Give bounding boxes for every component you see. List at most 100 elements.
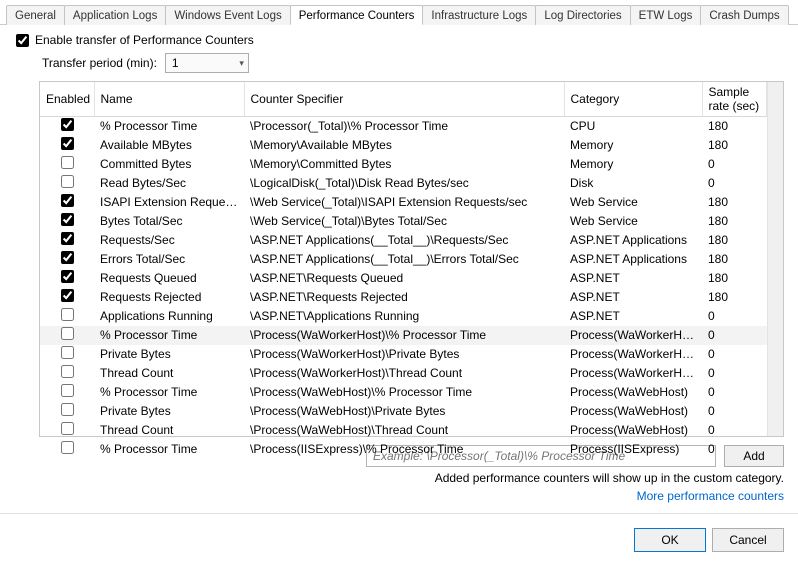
table-row[interactable]: Bytes Total/Sec\Web Service(_Total)\Byte… [40, 212, 767, 231]
chevron-down-icon: ▾ [239, 58, 244, 69]
more-counters-link[interactable]: More performance counters [14, 489, 784, 503]
row-enabled-checkbox[interactable] [61, 289, 74, 302]
row-spec: \Web Service(_Total)\ISAPI Extension Req… [244, 193, 564, 212]
row-enabled-checkbox[interactable] [61, 365, 74, 378]
vertical-scrollbar[interactable] [767, 82, 783, 436]
transfer-period-value: 1 [172, 56, 179, 70]
row-enabled-checkbox[interactable] [61, 156, 74, 169]
row-rate: 180 [702, 250, 767, 269]
row-enabled-checkbox[interactable] [61, 327, 74, 340]
table-row[interactable]: % Processor Time\Process(WaWebHost)\% Pr… [40, 383, 767, 402]
row-spec: \Process(WaWebHost)\Thread Count [244, 421, 564, 440]
col-header-specifier[interactable]: Counter Specifier [244, 82, 564, 117]
row-name: Thread Count [94, 421, 244, 440]
enable-transfer-checkbox[interactable] [16, 34, 29, 47]
table-row[interactable]: Requests Rejected\ASP.NET\Requests Rejec… [40, 288, 767, 307]
row-enabled-checkbox[interactable] [61, 384, 74, 397]
cancel-button[interactable]: Cancel [712, 528, 784, 552]
row-spec: \ASP.NET Applications(__Total__)\Request… [244, 231, 564, 250]
table-row[interactable]: Errors Total/Sec\ASP.NET Applications(__… [40, 250, 767, 269]
tab-general[interactable]: General [6, 5, 65, 25]
row-enabled-checkbox[interactable] [61, 308, 74, 321]
row-enabled-checkbox[interactable] [61, 118, 74, 131]
row-name: Read Bytes/Sec [94, 174, 244, 193]
row-spec: \Processor(_Total)\% Processor Time [244, 117, 564, 136]
row-category: ASP.NET [564, 307, 702, 326]
row-spec: \Process(WaWorkerHost)\Private Bytes [244, 345, 564, 364]
row-enabled-checkbox[interactable] [61, 441, 74, 454]
table-row[interactable]: Thread Count\Process(WaWebHost)\Thread C… [40, 421, 767, 440]
row-name: Errors Total/Sec [94, 250, 244, 269]
row-category: Process(WaWorkerHost) [564, 345, 702, 364]
dialog-window: GeneralApplication LogsWindows Event Log… [0, 0, 798, 564]
table-row[interactable]: % Processor Time\Process(WaWorkerHost)\%… [40, 326, 767, 345]
row-spec: \Memory\Available MBytes [244, 136, 564, 155]
row-rate: 180 [702, 117, 767, 136]
row-enabled-checkbox[interactable] [61, 403, 74, 416]
row-enabled-checkbox[interactable] [61, 251, 74, 264]
row-enabled-checkbox[interactable] [61, 346, 74, 359]
row-enabled-checkbox[interactable] [61, 232, 74, 245]
tab-content: Enable transfer of Performance Counters … [0, 25, 798, 503]
row-spec: \ASP.NET\Requests Queued [244, 269, 564, 288]
row-rate: 0 [702, 326, 767, 345]
table-row[interactable]: Applications Running\ASP.NET\Application… [40, 307, 767, 326]
counters-table: Enabled Name Counter Specifier Category … [40, 82, 767, 459]
row-rate: 0 [702, 421, 767, 440]
row-category: Process(WaWorkerHost) [564, 326, 702, 345]
row-rate: 0 [702, 174, 767, 193]
row-name: % Processor Time [94, 117, 244, 136]
table-row[interactable]: % Processor Time\Process(IISExpress)\% P… [40, 440, 767, 459]
tab-log-directories[interactable]: Log Directories [535, 5, 630, 25]
row-name: % Processor Time [94, 383, 244, 402]
row-enabled-checkbox[interactable] [61, 213, 74, 226]
row-spec: \Process(WaWorkerHost)\% Processor Time [244, 326, 564, 345]
table-row[interactable]: % Processor Time\Processor(_Total)\% Pro… [40, 117, 767, 136]
ok-button[interactable]: OK [634, 528, 706, 552]
row-name: Requests/Sec [94, 231, 244, 250]
tab-crash-dumps[interactable]: Crash Dumps [700, 5, 788, 25]
row-spec: \Web Service(_Total)\Bytes Total/Sec [244, 212, 564, 231]
row-enabled-checkbox[interactable] [61, 422, 74, 435]
table-row[interactable]: Committed Bytes\Memory\Committed BytesMe… [40, 155, 767, 174]
col-header-name[interactable]: Name [94, 82, 244, 117]
row-spec: \LogicalDisk(_Total)\Disk Read Bytes/sec [244, 174, 564, 193]
transfer-period-combo[interactable]: 1 ▾ [165, 53, 249, 73]
table-row[interactable]: Private Bytes\Process(WaWebHost)\Private… [40, 402, 767, 421]
row-enabled-checkbox[interactable] [61, 175, 74, 188]
table-row[interactable]: Requests Queued\ASP.NET\Requests QueuedA… [40, 269, 767, 288]
row-rate: 180 [702, 288, 767, 307]
col-header-category[interactable]: Category [564, 82, 702, 117]
table-row[interactable]: ISAPI Extension Requests/...\Web Service… [40, 193, 767, 212]
tab-performance-counters[interactable]: Performance Counters [290, 5, 424, 25]
table-row[interactable]: Private Bytes\Process(WaWorkerHost)\Priv… [40, 345, 767, 364]
row-category: Web Service [564, 212, 702, 231]
row-rate: 0 [702, 345, 767, 364]
table-row[interactable]: Requests/Sec\ASP.NET Applications(__Tota… [40, 231, 767, 250]
tab-application-logs[interactable]: Application Logs [64, 5, 166, 25]
row-name: Requests Queued [94, 269, 244, 288]
row-name: Applications Running [94, 307, 244, 326]
table-row[interactable]: Thread Count\Process(WaWorkerHost)\Threa… [40, 364, 767, 383]
row-rate: 180 [702, 231, 767, 250]
row-name: Private Bytes [94, 345, 244, 364]
row-enabled-checkbox[interactable] [61, 194, 74, 207]
row-category: Memory [564, 136, 702, 155]
row-enabled-checkbox[interactable] [61, 137, 74, 150]
row-category: Process(WaWebHost) [564, 421, 702, 440]
tab-infrastructure-logs[interactable]: Infrastructure Logs [422, 5, 536, 25]
row-spec: \ASP.NET\Applications Running [244, 307, 564, 326]
row-name: Private Bytes [94, 402, 244, 421]
tab-etw-logs[interactable]: ETW Logs [630, 5, 702, 25]
col-header-enabled[interactable]: Enabled [40, 82, 94, 117]
row-name: % Processor Time [94, 326, 244, 345]
table-row[interactable]: Read Bytes/Sec\LogicalDisk(_Total)\Disk … [40, 174, 767, 193]
row-category: Web Service [564, 193, 702, 212]
table-row[interactable]: Available MBytes\Memory\Available MBytes… [40, 136, 767, 155]
row-rate: 180 [702, 212, 767, 231]
col-header-rate[interactable]: Sample rate (sec) [702, 82, 767, 117]
tab-windows-event-logs[interactable]: Windows Event Logs [165, 5, 290, 25]
row-spec: \ASP.NET\Requests Rejected [244, 288, 564, 307]
row-enabled-checkbox[interactable] [61, 270, 74, 283]
enable-transfer-row: Enable transfer of Performance Counters [16, 33, 784, 47]
